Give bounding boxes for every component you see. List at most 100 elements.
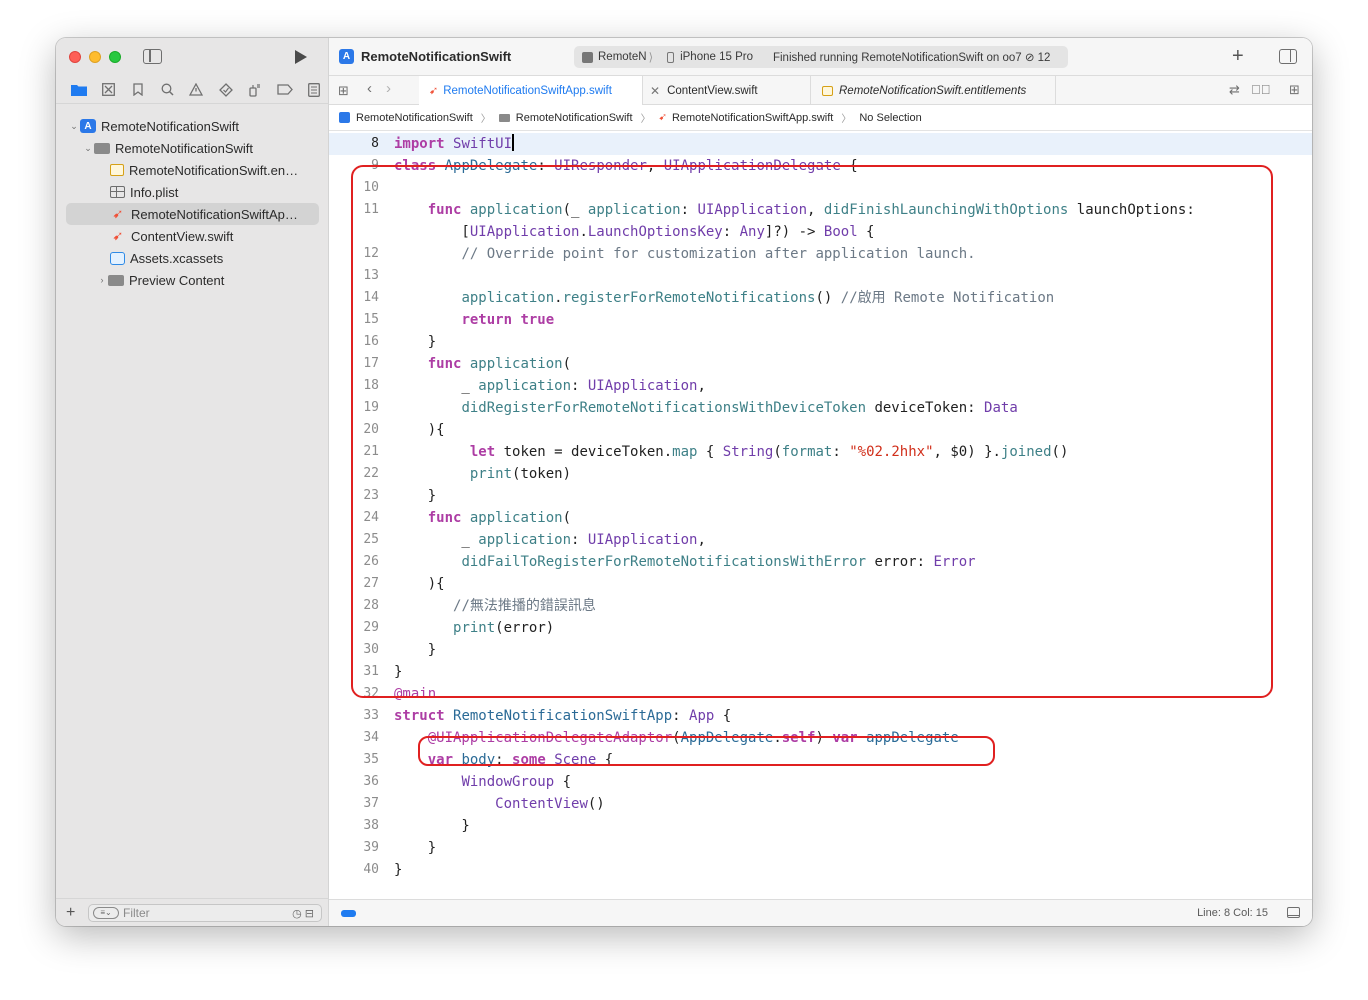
minimize-window-button[interactable] <box>89 51 101 63</box>
tree-item-info-plist[interactable]: Info.plist <box>56 181 329 203</box>
source-control-status-icon[interactable] <box>341 910 356 917</box>
bookmark-icon[interactable] <box>123 79 152 101</box>
code-text[interactable]: print(token) <box>394 463 571 485</box>
code-text[interactable]: func application( <box>394 353 571 375</box>
code-line[interactable]: 24 func application( <box>329 507 1312 529</box>
code-line[interactable]: 15 return true <box>329 309 1312 331</box>
add-file-button[interactable]: + <box>66 904 82 922</box>
tree-item-assets[interactable]: Assets.xcassets <box>56 247 329 269</box>
close-window-button[interactable] <box>69 51 81 63</box>
scheme-selector[interactable]: RemoteN <box>598 51 647 63</box>
code-line[interactable]: 40} <box>329 859 1312 881</box>
add-editor-icon[interactable]: ⊞ <box>1289 82 1300 98</box>
chevron-down-icon[interactable]: ⌄ <box>68 121 80 132</box>
code-text[interactable]: } <box>394 661 402 683</box>
recent-files-icon[interactable]: ◷⊟ <box>292 907 317 920</box>
code-text[interactable]: class AppDelegate: UIResponder, UIApplic… <box>394 155 858 177</box>
code-text[interactable]: [UIApplication.LaunchOptionsKey: Any]?) … <box>394 221 874 243</box>
breadcrumb-group[interactable]: RemoteNotificationSwift <box>516 112 633 124</box>
code-text[interactable]: var body: some Scene { <box>394 749 613 771</box>
related-items-grid-icon[interactable]: ⊞ <box>338 83 349 99</box>
code-text[interactable]: return true <box>394 309 554 331</box>
code-line[interactable]: 21 let token = deviceToken.map { String(… <box>329 441 1312 463</box>
code-text[interactable]: ContentView() <box>394 793 605 815</box>
project-navigator-folder-icon[interactable] <box>64 79 93 101</box>
code-text[interactable]: } <box>394 837 436 859</box>
back-arrow-icon[interactable]: ‹ <box>367 80 372 97</box>
chevron-down-icon[interactable]: ⌄ <box>82 143 94 154</box>
code-line[interactable]: 14 application.registerForRemoteNotifica… <box>329 287 1312 309</box>
debug-console-toggle-icon[interactable] <box>1287 907 1300 918</box>
code-text[interactable]: WindowGroup { <box>394 771 571 793</box>
code-line[interactable]: 34 @UIApplicationDelegateAdaptor(AppDele… <box>329 727 1312 749</box>
code-text[interactable]: } <box>394 639 436 661</box>
code-line[interactable]: 38 } <box>329 815 1312 837</box>
code-text[interactable]: print(error) <box>394 617 554 639</box>
code-line[interactable]: 33 struct RemoteNotificationSwiftApp: App… <box>329 705 1312 727</box>
code-line[interactable]: 28 //無法推播的錯誤訊息 <box>329 595 1312 617</box>
code-line[interactable]: 22 print(token) <box>329 463 1312 485</box>
sidebar-toggle-icon[interactable] <box>143 49 162 64</box>
filter-field[interactable]: ≡⌄ Filter ◷⊟ <box>88 903 322 922</box>
tree-item-entitlements[interactable]: RemoteNotificationSwift.en… <box>56 159 329 181</box>
source-control-icon[interactable] <box>93 79 122 101</box>
code-line[interactable]: 11 func application(_ application: UIApp… <box>329 199 1312 221</box>
tree-item-project[interactable]: ⌄ A RemoteNotificationSwift <box>56 115 329 137</box>
tab-app-swift[interactable]: ➹ RemoteNotificationSwiftApp.swift <box>419 76 643 105</box>
code-line[interactable]: 13 <box>329 265 1312 287</box>
breadcrumb-selection[interactable]: No Selection <box>859 112 921 124</box>
code-line[interactable]: 16 } <box>329 331 1312 353</box>
code-text[interactable]: func application(_ application: UIApplic… <box>394 199 1195 221</box>
code-line[interactable]: 37 ContentView() <box>329 793 1312 815</box>
report-icon[interactable] <box>300 79 329 101</box>
code-text[interactable]: // Override point for customization afte… <box>394 243 975 265</box>
code-text[interactable]: @UIApplicationDelegateAdaptor(AppDelegat… <box>394 727 959 749</box>
code-line[interactable]: 31} <box>329 661 1312 683</box>
editor-options-icon[interactable]: ≣⃞ <box>1251 82 1271 97</box>
tab-entitlements[interactable]: RemoteNotificationSwift.entitlements <box>811 76 1056 105</box>
code-line[interactable]: 39 } <box>329 837 1312 859</box>
code-line[interactable]: [UIApplication.LaunchOptionsKey: Any]?) … <box>329 221 1312 243</box>
activity-viewer[interactable]: RemoteN ⟩ iPhone 15 Pro Finished running… <box>574 46 1068 68</box>
code-text[interactable]: let token = deviceToken.map { String(for… <box>394 441 1069 463</box>
code-text[interactable]: application.registerForRemoteNotificatio… <box>394 287 1054 309</box>
code-line[interactable]: 18 _ application: UIApplication, <box>329 375 1312 397</box>
tree-item-contentview[interactable]: ➹ ContentView.swift <box>56 225 329 247</box>
tree-item-preview-content[interactable]: › Preview Content <box>56 269 329 291</box>
code-text[interactable]: //無法推播的錯誤訊息 <box>394 595 596 617</box>
device-selector[interactable]: iPhone 15 Pro <box>680 51 753 63</box>
code-line[interactable]: 10 <box>329 177 1312 199</box>
code-text[interactable]: } <box>394 331 436 353</box>
code-text[interactable]: struct RemoteNotificationSwiftApp: App { <box>394 705 731 727</box>
code-line[interactable]: 25 _ application: UIApplication, <box>329 529 1312 551</box>
code-line[interactable]: 26 didFailToRegisterForRemoteNotificatio… <box>329 551 1312 573</box>
code-line[interactable]: 29 print(error) <box>329 617 1312 639</box>
code-line[interactable]: 35 var body: some Scene { <box>329 749 1312 771</box>
code-line[interactable]: 30 } <box>329 639 1312 661</box>
code-text[interactable]: ){ <box>394 573 445 595</box>
code-line[interactable]: 8 import SwiftUI <box>329 133 1312 155</box>
code-text[interactable]: import SwiftUI <box>394 133 514 155</box>
code-line[interactable]: 27 ){ <box>329 573 1312 595</box>
zoom-window-button[interactable] <box>109 51 121 63</box>
tree-item-app-swift[interactable]: ➹ RemoteNotificationSwiftAp… <box>66 203 319 225</box>
code-text[interactable]: ){ <box>394 419 445 441</box>
swap-arrows-icon[interactable]: ⇄ <box>1229 82 1240 98</box>
source-editor[interactable]: 8 import SwiftUI 9 class AppDelegate: UIRes… <box>329 133 1312 899</box>
find-icon[interactable] <box>152 79 181 101</box>
code-text[interactable]: func application( <box>394 507 571 529</box>
inspector-toggle-icon[interactable] <box>1279 49 1297 64</box>
breakpoint-icon[interactable] <box>270 79 299 101</box>
code-text[interactable]: } <box>394 859 402 881</box>
filter-options-icon[interactable]: ≡⌄ <box>93 906 119 919</box>
breadcrumb-project[interactable]: RemoteNotificationSwift <box>356 112 473 124</box>
code-text[interactable]: } <box>394 815 469 837</box>
code-text[interactable]: @main <box>394 683 436 705</box>
code-line[interactable]: 9 class AppDelegate: UIResponder, UIAppli… <box>329 155 1312 177</box>
test-diamond-icon[interactable] <box>211 79 240 101</box>
code-text[interactable]: _ application: UIApplication, <box>394 375 705 397</box>
debug-spray-icon[interactable] <box>241 79 270 101</box>
code-text[interactable]: } <box>394 485 436 507</box>
chevron-right-icon[interactable]: › <box>96 275 108 285</box>
code-text[interactable]: didFailToRegisterForRemoteNotificationsW… <box>394 551 975 573</box>
